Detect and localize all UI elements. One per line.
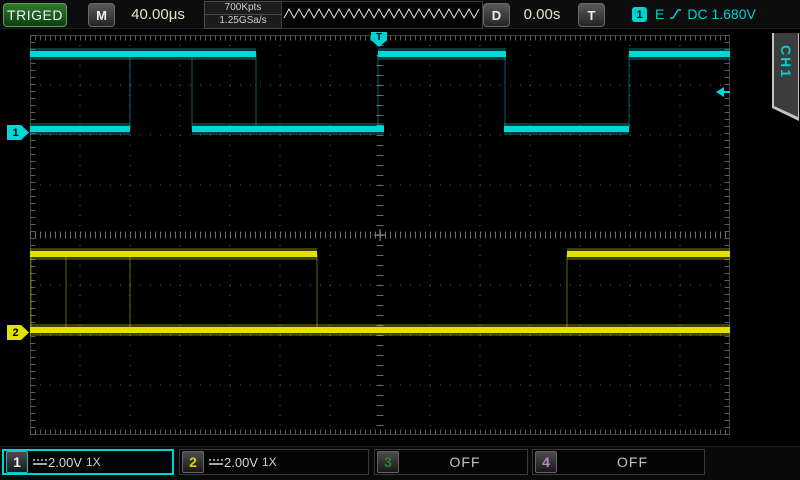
graticule [30,35,730,435]
channel1-probe: 1X [86,455,101,469]
timebase-readout: 40.00μs [114,3,202,25]
channel3-status-box[interactable]: 3 OFF [374,449,528,475]
channel4-status-box[interactable]: 4 OFF [532,449,705,475]
memory-depth: 700Kpts [205,2,281,15]
channel-menu-tab-label: CH1 [778,45,794,79]
channel4-badge: 4 [535,451,557,473]
channel4-status: OFF [561,454,704,470]
channel1-badge: 1 [6,451,28,473]
delay-menu-button[interactable]: D [483,3,510,27]
channel2-badge: 2 [182,451,204,473]
channel3-badge: 3 [377,451,399,473]
ch2-position-marker[interactable]: 2 [7,325,29,340]
trigger-coupling-level: DC 1.680V [687,6,755,22]
channel2-scale: 2.00V [224,455,258,470]
dc-coupling-icon [208,457,224,467]
bottom-channel-bar: 1 2.00V 1X 2 2.00V 1X 3 OFF 4 OFF [0,446,800,480]
waveform-preview[interactable] [281,1,483,29]
channel-menu-tab-face: CH1 [774,33,798,119]
trigger-status-badge: TRIGED [3,3,67,27]
trigger-source-channel-badge: 1 [632,7,647,22]
oscilloscope-screen: TRIGED M 40.00μs 700Kpts 1.25GSa/s D 0.0… [0,0,800,480]
channel2-status-box[interactable]: 2 2.00V 1X [179,449,369,475]
ch1-position-marker[interactable]: 1 [7,125,29,140]
horizontal-menu-button[interactable]: M [88,3,115,27]
dc-coupling-icon [32,457,48,467]
trigger-settings-readout: E DC 1.680V [655,3,756,25]
waveform-preview-zigzag [282,2,480,26]
channel-menu-tab[interactable]: CH1 [772,33,799,121]
rising-edge-icon [669,7,682,21]
trigger-delay-readout: 0.00s [509,3,575,25]
channel3-status: OFF [403,454,527,470]
sample-rate: 1.25GSa/s [205,15,281,27]
channel2-probe: 1X [262,455,277,469]
trigger-type-label: E [655,6,664,22]
acquisition-info-box: 700Kpts 1.25GSa/s [204,1,282,29]
channel1-status-box[interactable]: 1 2.00V 1X [2,449,174,475]
channel1-scale: 2.00V [48,455,82,470]
top-status-bar: TRIGED M 40.00μs 700Kpts 1.25GSa/s D 0.0… [0,0,800,29]
trigger-menu-button[interactable]: T [578,3,605,27]
